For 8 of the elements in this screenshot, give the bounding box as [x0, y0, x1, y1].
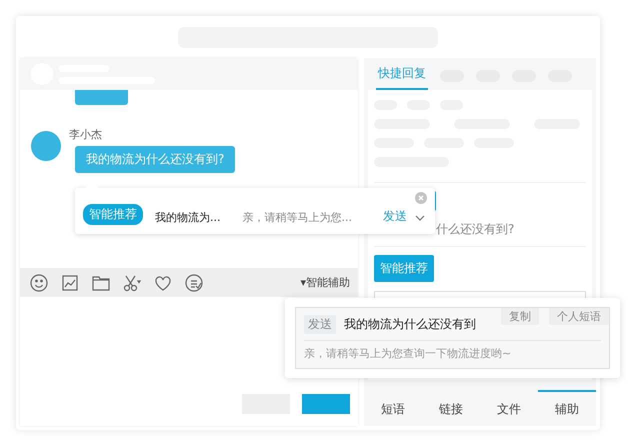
question-text: 我的物流为什么还没有到 [344, 316, 476, 333]
recommend-badge: 智能推荐 [83, 204, 143, 225]
sender-name: 李小杰 [69, 127, 103, 142]
answer-text: 亲，请稍等马上为您查询一下物流进度哟~ [304, 346, 512, 361]
question-text: 什么还没有到? [435, 221, 516, 238]
message-bubble: 我的物流为什么还没有到? [75, 146, 236, 173]
answer-text: 亲，请稍等马上为您... [242, 210, 352, 225]
question-text: 我的物流为... [155, 210, 220, 225]
